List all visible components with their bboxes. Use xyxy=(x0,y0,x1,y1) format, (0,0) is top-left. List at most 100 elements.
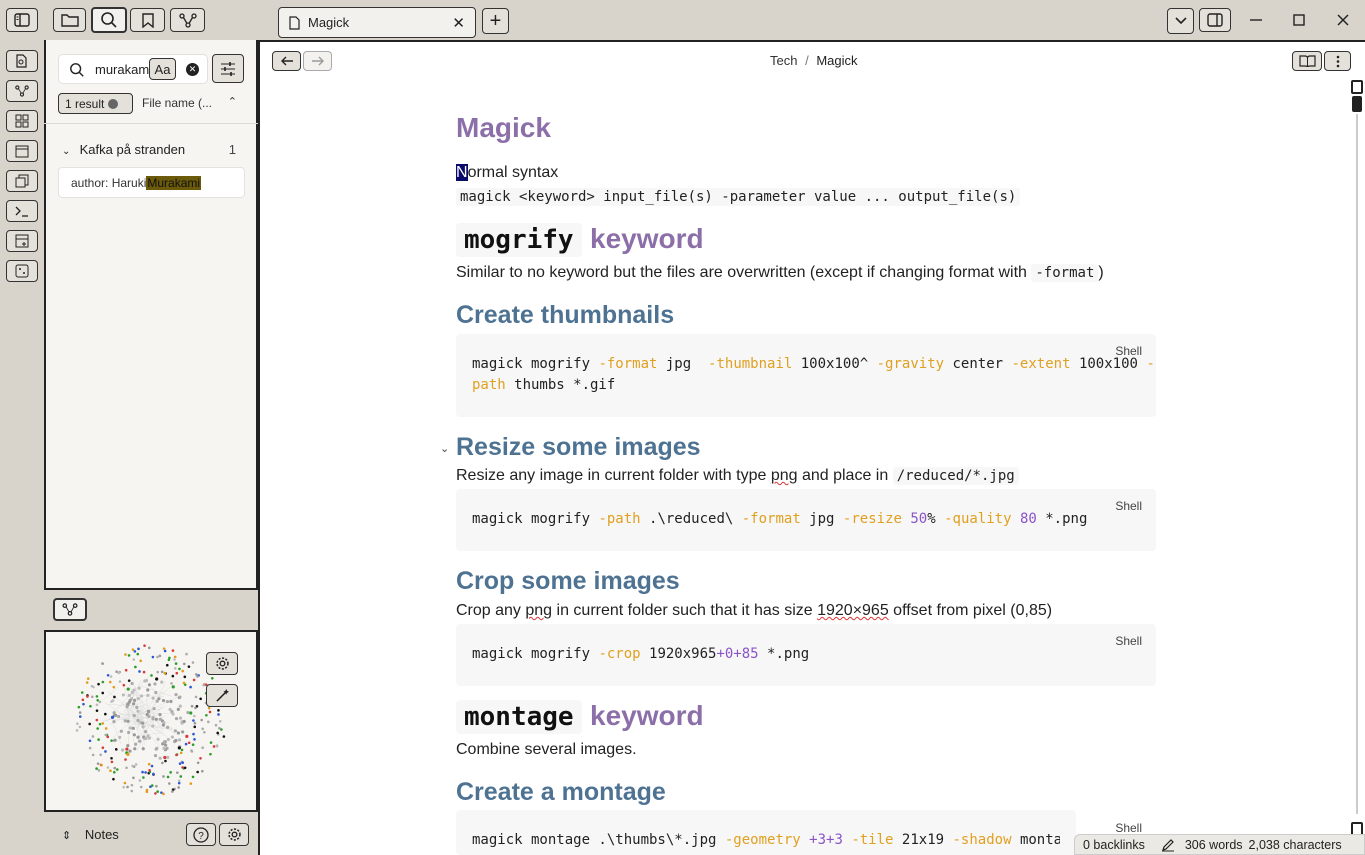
graph-node[interactable] xyxy=(131,764,134,768)
graph-node[interactable] xyxy=(146,693,150,697)
graph-node[interactable] xyxy=(131,648,135,651)
graph-node[interactable] xyxy=(161,698,166,703)
graph-node[interactable] xyxy=(151,655,155,659)
normal-syntax-code[interactable]: magick <keyword> input_file(s) -paramete… xyxy=(456,188,1021,206)
graph-node[interactable] xyxy=(156,790,159,793)
editor-scrollbar[interactable] xyxy=(1351,80,1363,850)
graph-node[interactable] xyxy=(132,702,136,706)
graph-node[interactable] xyxy=(179,775,183,778)
graph-node[interactable] xyxy=(177,786,180,789)
graph-node[interactable] xyxy=(78,711,82,714)
graph-node[interactable] xyxy=(123,719,127,723)
graph-node[interactable] xyxy=(166,775,170,779)
graph-node[interactable] xyxy=(110,739,113,742)
resize-description[interactable]: Resize any image in current folder with … xyxy=(456,467,1019,485)
graph-node[interactable] xyxy=(155,677,159,681)
graph-node[interactable] xyxy=(201,769,204,773)
graph-node[interactable] xyxy=(182,681,186,685)
graph-node[interactable] xyxy=(106,766,110,769)
graph-node[interactable] xyxy=(86,677,90,680)
graph-node[interactable] xyxy=(181,766,184,769)
crop-description[interactable]: Crop any png in current folder such that… xyxy=(456,602,1052,620)
graph-node[interactable] xyxy=(174,662,178,665)
graph-node[interactable] xyxy=(126,785,129,789)
graph-node[interactable] xyxy=(143,730,148,734)
graph-node[interactable] xyxy=(158,756,162,760)
graph-node[interactable] xyxy=(134,742,138,746)
graph-node[interactable] xyxy=(171,649,175,652)
navigate-forward-button[interactable] xyxy=(303,51,332,71)
graph-node[interactable] xyxy=(132,733,136,737)
graph-view-button[interactable] xyxy=(6,80,38,102)
navigate-back-button[interactable] xyxy=(272,51,301,71)
graph-node[interactable] xyxy=(208,710,212,714)
graph-node[interactable] xyxy=(162,740,166,744)
graph-node[interactable] xyxy=(95,709,99,712)
code-block-thumbnails[interactable]: Shell magick mogrify -format jpg -thumbn… xyxy=(456,334,1156,417)
montage-description[interactable]: Combine several images. xyxy=(456,741,637,759)
graph-node[interactable] xyxy=(132,714,136,718)
random-note-button[interactable] xyxy=(6,260,38,282)
minimize-button[interactable] xyxy=(1244,8,1268,32)
graph-node[interactable] xyxy=(186,710,190,715)
graph-node[interactable] xyxy=(209,741,213,744)
graph-node[interactable] xyxy=(91,695,94,699)
graph-node[interactable] xyxy=(154,747,158,751)
graph-node[interactable] xyxy=(217,709,220,712)
graph-node[interactable] xyxy=(181,761,185,764)
graph-settings-button[interactable] xyxy=(206,652,238,675)
graph-node[interactable] xyxy=(142,776,145,779)
graph-node[interactable] xyxy=(122,683,126,687)
heading-crop-some-images[interactable]: Crop some images xyxy=(456,567,680,596)
graph-node[interactable] xyxy=(212,745,216,748)
graph-node[interactable] xyxy=(173,729,177,733)
graph-node[interactable] xyxy=(114,713,118,717)
tab-magick[interactable]: Magick ✕ xyxy=(278,7,476,38)
graph-node[interactable] xyxy=(132,658,136,661)
graph-node[interactable] xyxy=(144,771,147,774)
graph-node[interactable] xyxy=(85,681,89,684)
graph-node[interactable] xyxy=(150,674,153,677)
graph-node[interactable] xyxy=(88,746,92,750)
graph-node[interactable] xyxy=(199,697,202,701)
graph-node[interactable] xyxy=(150,784,154,787)
graph-node[interactable] xyxy=(148,769,151,772)
graph-node[interactable] xyxy=(118,680,122,683)
graph-node[interactable] xyxy=(136,652,140,656)
graph-node[interactable] xyxy=(218,719,222,723)
graph-node[interactable] xyxy=(100,763,103,767)
graph-node[interactable] xyxy=(153,682,157,686)
graph-node[interactable] xyxy=(194,706,197,710)
tab-list-button[interactable] xyxy=(1167,8,1194,34)
graph-node[interactable] xyxy=(118,735,122,739)
graph-node[interactable] xyxy=(162,792,165,796)
graph-node[interactable] xyxy=(171,685,175,689)
graph-node[interactable] xyxy=(147,762,151,766)
scroll-up-arrow[interactable] xyxy=(1351,80,1363,94)
search-settings-button[interactable] xyxy=(212,54,244,83)
graph-node[interactable] xyxy=(121,748,125,752)
graph-node[interactable] xyxy=(156,670,160,674)
code-block-crop[interactable]: Shell magick mogrify -crop 1920x965+0+85… xyxy=(456,624,1156,686)
graph-node[interactable] xyxy=(95,695,99,698)
graph-node[interactable] xyxy=(165,699,170,704)
graph-node[interactable] xyxy=(147,646,151,650)
graph-node[interactable] xyxy=(126,752,130,756)
more-options-button[interactable] xyxy=(1324,51,1351,71)
graph-node[interactable] xyxy=(171,790,174,793)
graph-node[interactable] xyxy=(162,647,166,650)
graph-node[interactable] xyxy=(146,709,151,713)
graph-node[interactable] xyxy=(201,746,204,750)
graph-node[interactable] xyxy=(95,718,99,722)
graph-node[interactable] xyxy=(170,682,173,685)
daily-note-button[interactable] xyxy=(6,140,38,162)
graph-node[interactable] xyxy=(189,782,193,785)
graph-node[interactable] xyxy=(138,739,142,743)
graph-node[interactable] xyxy=(183,675,187,679)
graph-node[interactable] xyxy=(171,674,175,678)
graph-node[interactable] xyxy=(154,690,158,695)
heading-create-a-montage[interactable]: Create a montage xyxy=(456,778,666,807)
graph-node[interactable] xyxy=(163,671,167,675)
graph-node[interactable] xyxy=(97,769,101,772)
graph-node[interactable] xyxy=(193,738,196,741)
